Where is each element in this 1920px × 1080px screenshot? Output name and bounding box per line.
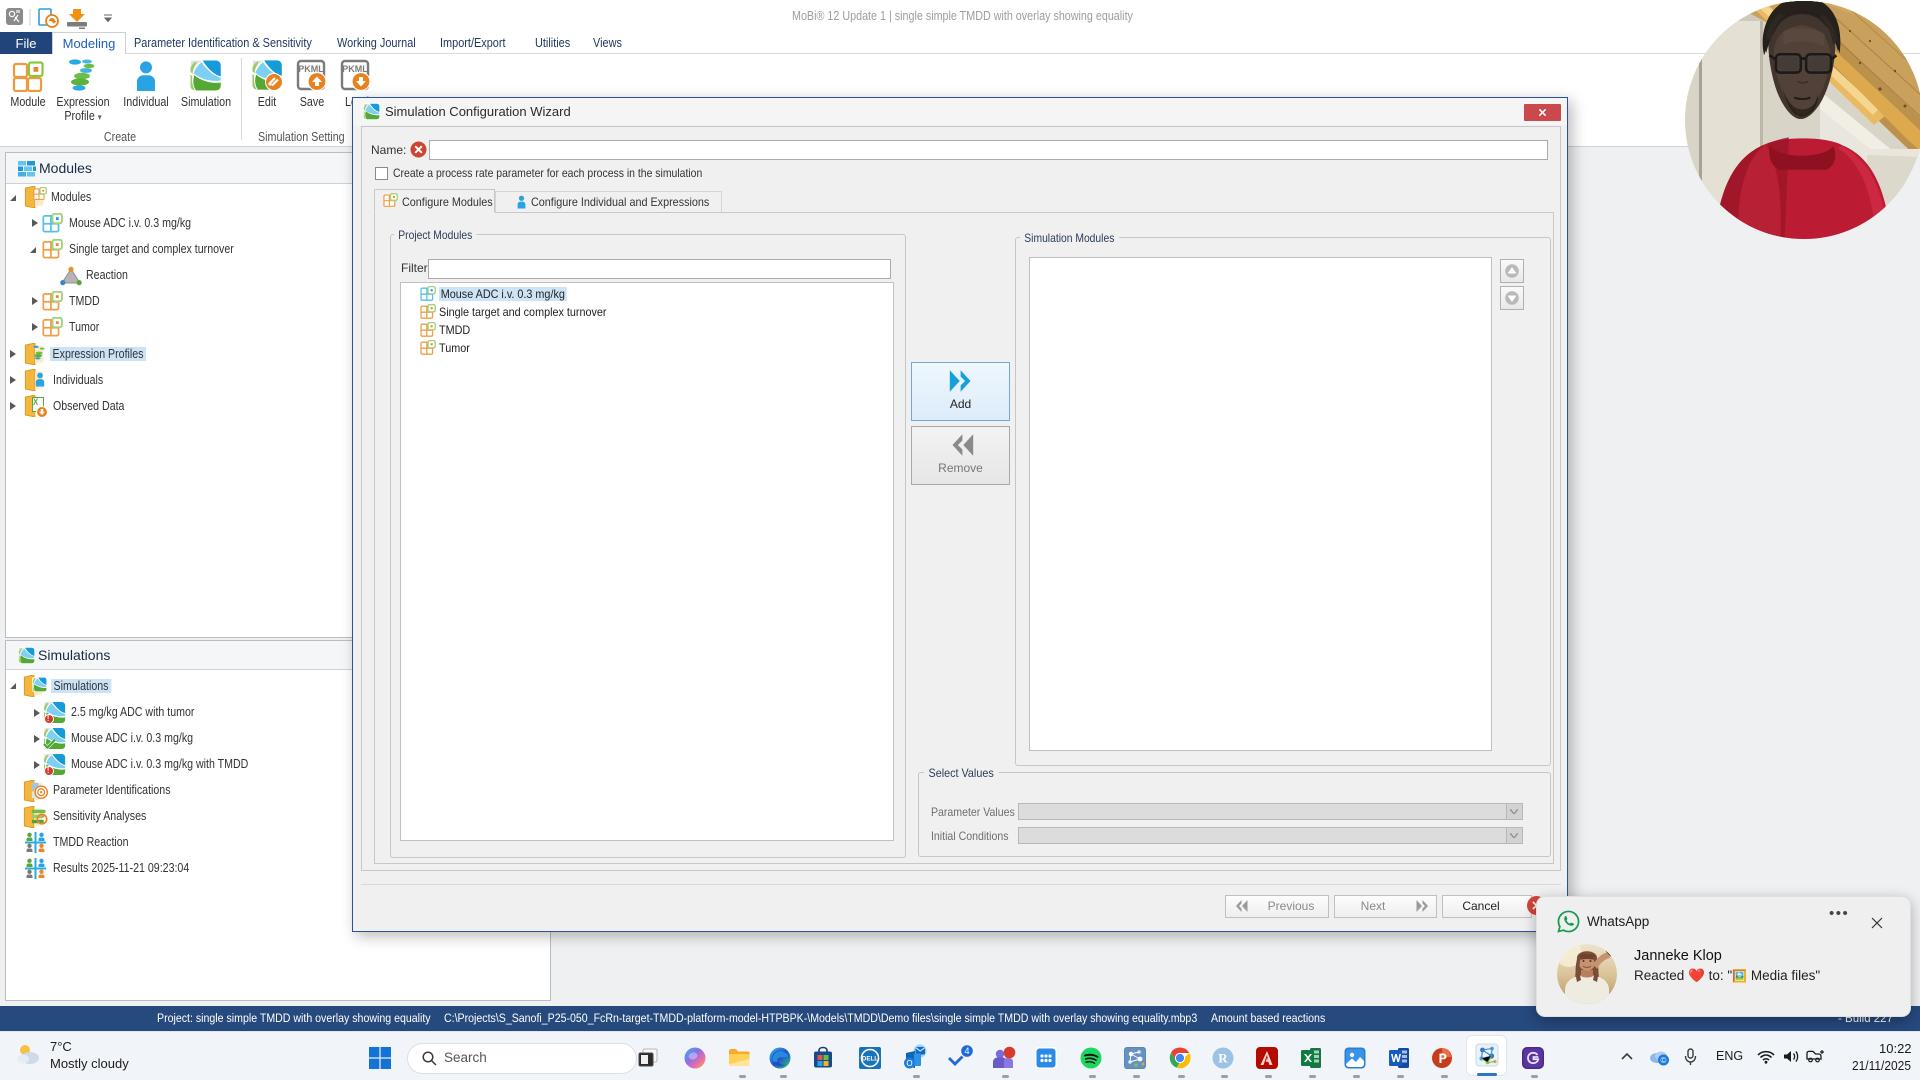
svg-text:©: © (1661, 1056, 1667, 1065)
svg-text:4: 4 (964, 1046, 969, 1056)
svg-text:DELL: DELL (862, 1056, 878, 1063)
svg-text:PKML: PKML (342, 64, 368, 74)
svg-text:PKML: PKML (298, 64, 324, 74)
svg-text:O: O (906, 1059, 912, 1068)
svg-text:R: R (1218, 1051, 1228, 1066)
